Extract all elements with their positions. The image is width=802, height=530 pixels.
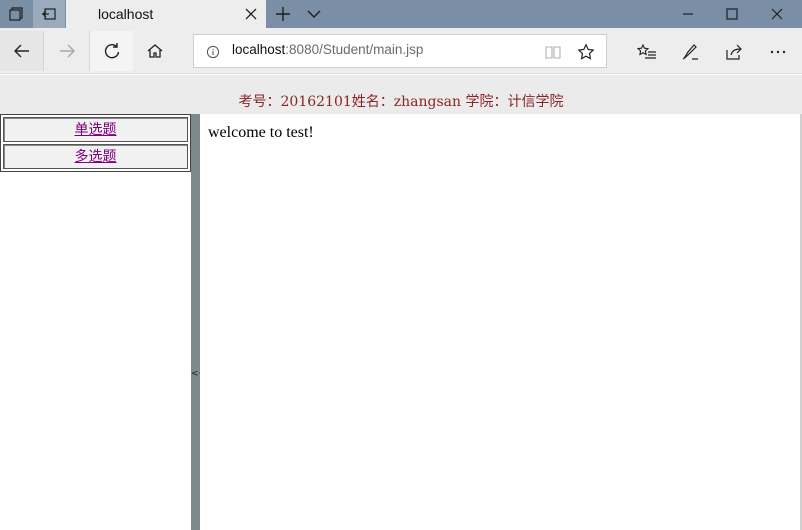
book-icon[interactable] — [544, 43, 562, 61]
close-icon[interactable] — [244, 7, 258, 21]
menu-item-multiple-choice[interactable]: 多选题 — [3, 144, 188, 169]
frame-splitter[interactable]: << — [191, 114, 206, 530]
home-icon — [147, 44, 163, 58]
student-info-text: 考号：20162101姓名：zhangsan 学院：计信学院 — [238, 94, 564, 110]
address-bar[interactable]: localhost:8080/Student/main.jsp — [193, 34, 607, 68]
back-arrow-icon — [13, 44, 29, 58]
forward-button[interactable] — [45, 31, 89, 71]
home-button[interactable] — [133, 31, 177, 71]
page-header-frame: 考号：20162101姓名：zhangsan 学院：计信学院 — [0, 75, 802, 114]
tab-actions-icon — [9, 7, 23, 21]
refresh-button[interactable] — [89, 31, 133, 71]
menu-table: 单选题 多选题 — [0, 114, 191, 172]
tab-title: localhost — [98, 6, 154, 22]
url-host: localhost — [232, 42, 286, 57]
chevron-down-icon[interactable] — [306, 7, 322, 21]
pen-icon[interactable] — [680, 42, 700, 62]
url-path: :8080/Student/main.jsp — [285, 42, 424, 57]
menu-item-single-choice[interactable]: 单选题 — [3, 117, 188, 142]
left-menu-frame: 单选题 多选题 — [0, 114, 191, 530]
forward-arrow-icon — [60, 44, 75, 58]
maximize-icon[interactable] — [724, 6, 740, 22]
set-tabs-aside-button[interactable] — [33, 0, 65, 28]
main-content-frame: welcome to test! — [200, 114, 802, 530]
info-icon[interactable] — [206, 45, 220, 59]
favorites-list-icon[interactable] — [637, 42, 657, 62]
collapse-arrow-icon[interactable]: << — [191, 369, 206, 379]
tab-actions-button[interactable] — [0, 0, 32, 28]
navigation-toolbar: localhost:8080/Student/main.jsp — [0, 28, 802, 74]
more-icon[interactable] — [768, 42, 788, 62]
share-icon[interactable] — [724, 42, 744, 62]
url-text[interactable]: localhost:8080/Student/main.jsp — [232, 42, 423, 57]
welcome-text: welcome to test! — [208, 124, 314, 141]
title-bar: localhost — [0, 0, 802, 28]
set-tabs-aside-icon — [42, 8, 56, 20]
star-icon[interactable] — [577, 43, 595, 61]
minimize-icon[interactable] — [680, 6, 696, 22]
refresh-icon — [104, 43, 119, 59]
close-window-icon[interactable] — [769, 6, 785, 22]
tab-localhost[interactable]: localhost — [66, 0, 266, 28]
plus-icon[interactable] — [274, 5, 292, 23]
back-button[interactable] — [0, 31, 44, 71]
